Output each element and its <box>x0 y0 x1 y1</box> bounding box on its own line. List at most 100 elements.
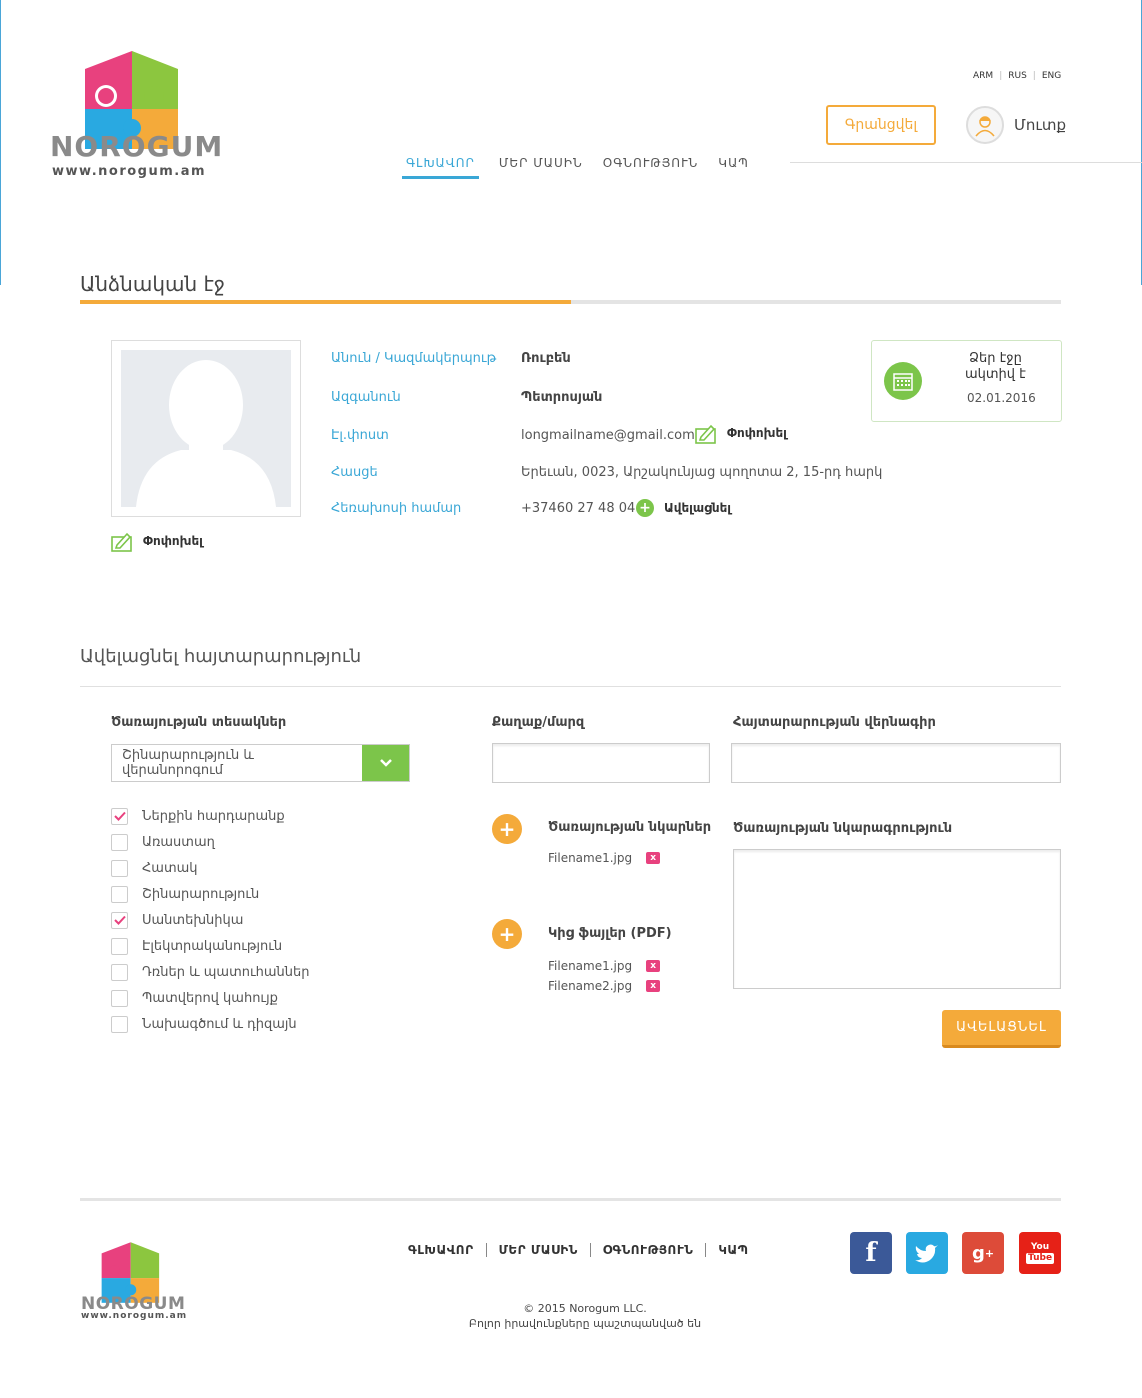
logo-url: www.norogum.am <box>52 164 207 179</box>
title-underline <box>80 300 1061 304</box>
add-announcement-title: Ավելացնել հայտարարություն <box>80 646 362 667</box>
checkbox-label: Առաստաղ <box>142 834 215 850</box>
checkbox-label: Դռներ և պատուհաններ <box>142 964 310 980</box>
copyright: © 2015 Norogum LLC. Բոլոր իրավունքները պ… <box>400 1301 770 1331</box>
copyright-line-1: © 2015 Norogum LLC. <box>523 1302 647 1315</box>
language-switcher: ARM | RUS | ENG <box>973 71 1061 81</box>
lang-eng[interactable]: ENG <box>1042 71 1061 81</box>
email-value: longmailname@gmail.com <box>521 428 695 443</box>
photos-label: Ծառայության նկարներ <box>548 820 712 835</box>
service-checkbox-item[interactable]: Առաստաղ <box>111 829 310 855</box>
left-edge-line <box>0 0 1 285</box>
city-input[interactable] <box>492 743 710 783</box>
description-label: Ծառայության նկարագրություն <box>733 821 953 836</box>
address-label: Հասցե <box>331 465 378 480</box>
surname-label: Ազգանուն <box>331 390 401 405</box>
login-label: Մուտք <box>1014 116 1067 134</box>
service-checkbox-item[interactable]: Հատակ <box>111 855 310 881</box>
nav-home[interactable]: ԳԼԽԱՎՈՐ <box>402 156 479 179</box>
address-value: Երեւան, 0023, Արշակունյաց պողոտա 2, 15-ր… <box>521 465 883 480</box>
surname-value: Պետրոսյան <box>521 390 603 405</box>
youtube-icon[interactable]: You Tube <box>1019 1232 1061 1274</box>
checkbox-icon[interactable] <box>111 1015 128 1033</box>
submit-announcement-button[interactable]: ԱՎԵԼԱՑՆԵԼ <box>942 1010 1061 1048</box>
phone-value: +37460 27 48 04 <box>521 501 636 516</box>
footer-nav: ԳԼԽԱՎՈՐ ՄԵՐ ՄԱՍԻՆ ՕԳՆՈՒԹՅՈՒՆ ԿԱՊ <box>408 1243 749 1257</box>
service-checkbox-item[interactable]: Սանտեխնիկա <box>111 907 310 933</box>
divider: | <box>1032 71 1036 81</box>
service-checkbox-list: Ներքին հարդարանք Առաստաղ Հատակ Շինարարությո… <box>111 803 310 1037</box>
service-checkbox-item[interactable]: Էլեկտրականություն <box>111 933 310 959</box>
page-title: Անձնական էջ <box>80 272 225 296</box>
footer-nav-contact[interactable]: ԿԱՊ <box>718 1243 748 1257</box>
service-checkbox-item[interactable]: Ներքին հարդարանք <box>111 803 310 829</box>
file-item: Filename2.jpg x <box>548 976 661 996</box>
attachments-label: Կից ֆայլեր (PDF) <box>548 926 672 941</box>
chevron-down-icon[interactable] <box>362 745 409 781</box>
checkbox-icon[interactable] <box>111 833 128 851</box>
edit-photo-button[interactable]: Փոփոխել <box>111 530 203 552</box>
checkbox-label: Էլեկտրականություն <box>142 938 283 954</box>
remove-file-icon[interactable]: x <box>646 980 661 992</box>
service-type-select[interactable]: Շինարարություն և վերանորոգում <box>111 744 410 782</box>
checkbox-icon[interactable] <box>111 937 128 955</box>
checkbox-icon[interactable] <box>111 963 128 981</box>
google-plus-icon[interactable]: g + <box>962 1232 1004 1274</box>
header-divider <box>790 162 1142 163</box>
file-name: Filename2.jpg <box>548 979 633 993</box>
checkbox-label: Նախագծում և դիզայն <box>142 1016 297 1032</box>
nav-help[interactable]: ՕԳՆՈՒԹՅՈՒՆ <box>603 156 699 179</box>
section-divider <box>80 686 1061 687</box>
description-textarea[interactable] <box>733 849 1061 989</box>
checkbox-checked-icon[interactable] <box>111 807 128 825</box>
service-checkbox-item[interactable]: Շինարարություն <box>111 881 310 907</box>
checkbox-icon[interactable] <box>111 885 128 903</box>
heading-input[interactable] <box>731 743 1061 783</box>
logo-wordmark: NOROGUM <box>50 130 224 163</box>
footer-nav-about[interactable]: ՄԵՐ ՄԱՍԻՆ <box>499 1243 578 1257</box>
profile-photo <box>111 340 301 517</box>
nav-about[interactable]: ՄԵՐ ՄԱՍԻՆ <box>499 156 583 179</box>
edit-icon <box>695 424 716 444</box>
footer-logo-url: www.norogum.am <box>81 1311 188 1321</box>
checkbox-label: Ներքին հարդարանք <box>142 808 285 824</box>
checkbox-icon[interactable] <box>111 859 128 877</box>
checkbox-checked-icon[interactable] <box>111 911 128 929</box>
service-checkbox-item[interactable]: Պատվերով կահույք <box>111 985 310 1011</box>
page-status-date: 02.01.2016 <box>967 391 1036 405</box>
remove-file-icon[interactable]: x <box>646 960 661 972</box>
attachment-file-list: Filename1.jpg x Filename2.jpg x <box>548 956 661 996</box>
add-phone-button[interactable]: + Ավելացնել <box>636 499 731 517</box>
checkbox-icon[interactable] <box>111 989 128 1007</box>
login-button[interactable]: Մուտք <box>966 106 1066 144</box>
nav-contact[interactable]: ԿԱՊ <box>718 156 749 179</box>
add-photo-button[interactable]: + <box>492 814 522 844</box>
service-checkbox-item[interactable]: Նախագծում և դիզայն <box>111 1011 310 1037</box>
facebook-icon[interactable]: f <box>850 1232 892 1274</box>
footer-nav-home[interactable]: ԳԼԽԱՎՈՐ <box>408 1243 474 1257</box>
name-value: Ռուբեն <box>521 351 571 366</box>
footer-nav-help[interactable]: ՕԳՆՈՒԹՅՈՒՆ <box>603 1243 694 1257</box>
register-button[interactable]: Գրանցվել <box>826 105 936 145</box>
checkbox-label: Սանտեխնիկա <box>142 912 244 928</box>
calendar-icon <box>884 362 922 400</box>
service-type-value: Շինարարություն և վերանորոգում <box>122 748 254 778</box>
status-line-1: Ձեր էջը <box>969 351 1022 366</box>
edit-icon <box>111 532 132 552</box>
divider <box>485 1243 487 1257</box>
lang-rus[interactable]: RUS <box>1008 71 1027 81</box>
service-checkbox-item[interactable]: Դռներ և պատուհաններ <box>111 959 310 985</box>
phone-label: Հեռախոսի համար <box>331 501 462 516</box>
twitter-icon[interactable] <box>906 1232 948 1274</box>
checkbox-label: Պատվերով կահույք <box>142 990 278 1006</box>
email-label: Էլ.փոստ <box>331 428 389 443</box>
edit-email-button[interactable]: Փոփոխել <box>695 422 787 444</box>
edit-email-label: Փոփոխել <box>727 426 787 440</box>
remove-file-icon[interactable]: x <box>646 852 661 864</box>
city-label: Քաղաք/մարզ <box>492 715 585 730</box>
file-item: Filename1.jpg x <box>548 848 661 868</box>
file-name: Filename1.jpg <box>548 851 633 865</box>
add-attachment-button[interactable]: + <box>492 919 522 949</box>
lang-arm[interactable]: ARM <box>973 71 993 81</box>
file-name: Filename1.jpg <box>548 959 633 973</box>
